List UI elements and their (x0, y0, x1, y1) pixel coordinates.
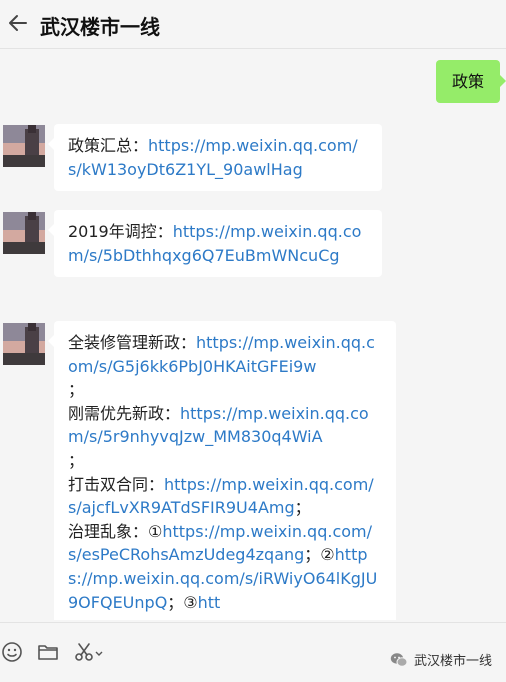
separator-text: ；③ (167, 592, 198, 612)
watermark-text: 武汉楼市一线 (413, 654, 492, 669)
received-message-bubble[interactable]: 2019年调控：https://mp.weixin.qq.com/s/5bDth… (48, 210, 382, 278)
wechat-icon (390, 652, 408, 667)
building-icon (3, 125, 45, 167)
avatar[interactable] (3, 212, 45, 254)
message-link[interactable]: htt (198, 593, 221, 612)
emoji-icon[interactable] (0, 640, 24, 664)
scissors-icon[interactable] (72, 640, 96, 664)
building-icon (3, 212, 45, 254)
separator-text: ；② (304, 545, 335, 565)
building-icon (3, 323, 45, 365)
separator-text: ； (294, 498, 311, 518)
account-watermark: 武汉楼市一线 (390, 650, 492, 669)
chevron-down-icon[interactable] (94, 640, 104, 664)
input-toolbar: 武汉楼市一线 (0, 622, 506, 682)
link-label: 2019年调控： (68, 222, 173, 241)
link-label: 治理乱象：① (68, 521, 163, 541)
message-text: 政策 (452, 72, 485, 91)
folder-icon[interactable] (36, 640, 60, 664)
chat-header: 武汉楼市一线 (0, 0, 506, 49)
message-list[interactable]: 政策 政策汇总：https://mp.weixin.qq.com/s/kW13o… (0, 49, 506, 620)
separator-text: ； (68, 450, 85, 470)
received-message-bubble[interactable]: 政策汇总：https://mp.weixin.qq.com/s/kW13oyDt… (48, 124, 382, 192)
link-label: 政策汇总： (68, 136, 149, 155)
separator-text: ； (68, 380, 85, 400)
sent-message-bubble[interactable]: 政策 (436, 60, 506, 103)
received-message-bubble[interactable]: 全装修管理新政：https://mp.weixin.qq.com/s/G5j6k… (48, 321, 396, 620)
avatar[interactable] (3, 125, 45, 167)
link-label: 刚需优先新政： (68, 403, 181, 423)
avatar[interactable] (3, 323, 45, 365)
link-label: 打击双合同： (68, 474, 165, 494)
link-label: 全装修管理新政： (68, 333, 197, 352)
back-arrow-icon[interactable] (6, 11, 30, 35)
chat-title: 武汉楼市一线 (40, 15, 160, 39)
